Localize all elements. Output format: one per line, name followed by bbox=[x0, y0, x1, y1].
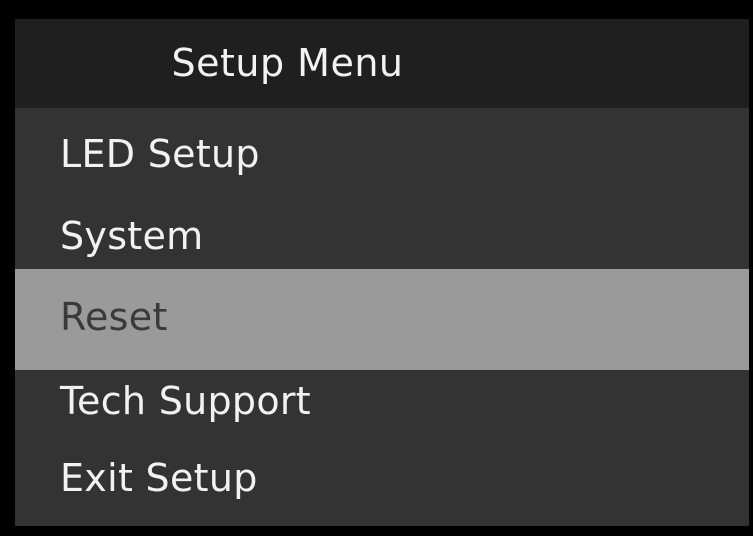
setup-screen: Setup Menu LED Setup System Reset Tech S… bbox=[0, 0, 753, 536]
menu-item-tech-support[interactable]: Tech Support bbox=[15, 370, 749, 446]
menu-title: Setup Menu bbox=[171, 41, 404, 85]
menu-item-label: Exit Setup bbox=[60, 456, 258, 500]
menu-item-label: Reset bbox=[60, 295, 168, 339]
menu-item-label: Tech Support bbox=[60, 379, 312, 423]
menu-item-exit-setup[interactable]: Exit Setup bbox=[15, 446, 749, 526]
menu-item-system[interactable]: System bbox=[15, 188, 749, 269]
menu-header: Setup Menu bbox=[15, 19, 749, 108]
menu-item-reset[interactable]: Reset bbox=[15, 269, 749, 370]
setup-menu-panel: Setup Menu LED Setup System Reset Tech S… bbox=[15, 19, 749, 526]
menu-item-led-setup[interactable]: LED Setup bbox=[15, 108, 749, 188]
menu-item-label: LED Setup bbox=[60, 132, 260, 176]
